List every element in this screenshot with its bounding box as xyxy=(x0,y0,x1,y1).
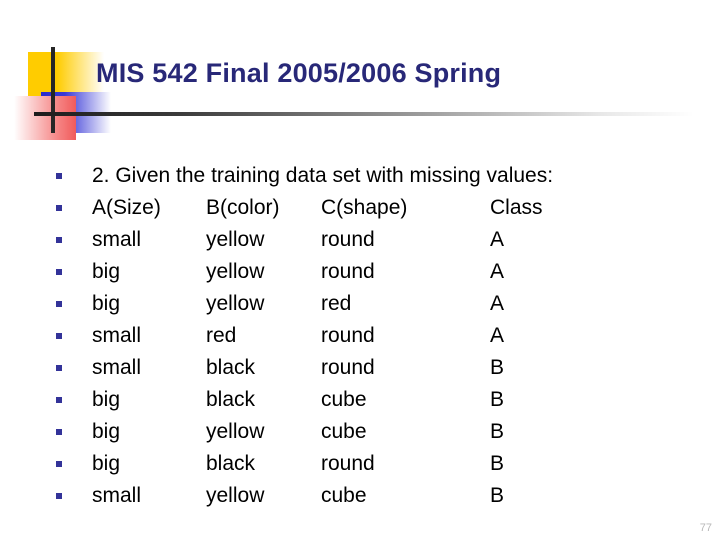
cell-size: big xyxy=(92,452,121,475)
cell-color: black xyxy=(206,388,256,411)
cell-class: B xyxy=(490,356,505,379)
cell-color: yellow xyxy=(206,484,265,507)
bullet-square-icon xyxy=(56,173,62,179)
table-row: big yellow cube B xyxy=(56,416,696,448)
cell-shape: round xyxy=(321,324,375,347)
cell-class: A xyxy=(490,228,505,251)
column-header-shape: C(shape) xyxy=(321,196,408,219)
table-row: small red round A xyxy=(56,320,696,352)
cell-shape: round xyxy=(321,260,375,283)
cell-size: big xyxy=(92,260,121,283)
bullet-square-icon xyxy=(56,429,62,435)
cell-color: yellow xyxy=(206,228,265,251)
table-row: big black cube B xyxy=(56,384,696,416)
table-row: big yellow red A xyxy=(56,288,696,320)
bullet-square-icon xyxy=(56,493,62,499)
bullet-square-icon xyxy=(56,333,62,339)
cell-shape: round xyxy=(321,228,375,251)
list-item: 2. Given the training data set with miss… xyxy=(56,160,696,192)
table-row: big yellow round A xyxy=(56,256,696,288)
table-header-row: A(Size) B(color) C(shape) Class xyxy=(56,192,696,224)
bullet-square-icon xyxy=(56,301,62,307)
bullet-list: 2. Given the training data set with miss… xyxy=(56,160,696,512)
cell-color: black xyxy=(206,356,256,379)
cell-color: yellow xyxy=(206,292,265,315)
cell-class: A xyxy=(490,324,505,347)
table-row: small black round B xyxy=(56,352,696,384)
cell-class: A xyxy=(490,260,505,283)
cell-color: yellow xyxy=(206,420,265,443)
cell-shape: round xyxy=(321,452,375,475)
table-row: small yellow round A xyxy=(56,224,696,256)
bullet-square-icon xyxy=(56,237,62,243)
red-block-icon xyxy=(14,96,76,140)
cell-shape: red xyxy=(321,292,352,315)
vertical-bar-icon xyxy=(51,47,55,133)
cell-color: yellow xyxy=(206,260,265,283)
yellow-block-icon xyxy=(28,52,104,96)
bullet-square-icon xyxy=(56,269,62,275)
cell-color: black xyxy=(206,452,256,475)
cell-class: B xyxy=(490,420,505,443)
cell-shape: cube xyxy=(321,484,367,507)
cell-shape: cube xyxy=(321,388,367,411)
cell-class: B xyxy=(490,452,505,475)
horizontal-rule-icon xyxy=(34,112,694,116)
blue-block-icon xyxy=(41,92,111,133)
page-number: 77 xyxy=(699,522,712,534)
column-header-class: Class xyxy=(490,196,543,219)
cell-color: red xyxy=(206,324,237,347)
table-row: big black round B xyxy=(56,448,696,480)
cell-class: A xyxy=(490,292,505,315)
cell-size: big xyxy=(92,420,121,443)
page-title: MIS 542 Final 2005/2006 Spring xyxy=(96,58,502,88)
column-header-color: B(color) xyxy=(206,196,280,219)
cell-size: small xyxy=(92,324,142,347)
cell-size: big xyxy=(92,388,121,411)
cell-shape: round xyxy=(321,356,375,379)
cell-size: small xyxy=(92,228,142,251)
cell-size: small xyxy=(92,356,142,379)
cell-class: B xyxy=(490,484,505,507)
bullet-square-icon xyxy=(56,205,62,211)
column-header-size: A(Size) xyxy=(92,196,161,219)
table-row: small yellow cube B xyxy=(56,480,696,512)
cell-size: small xyxy=(92,484,142,507)
cell-size: big xyxy=(92,292,121,315)
question-text: 2. Given the training data set with miss… xyxy=(92,164,554,187)
cell-shape: cube xyxy=(321,420,367,443)
bullet-square-icon xyxy=(56,397,62,403)
bullet-square-icon xyxy=(56,461,62,467)
bullet-square-icon xyxy=(56,365,62,371)
cell-class: B xyxy=(490,388,505,411)
